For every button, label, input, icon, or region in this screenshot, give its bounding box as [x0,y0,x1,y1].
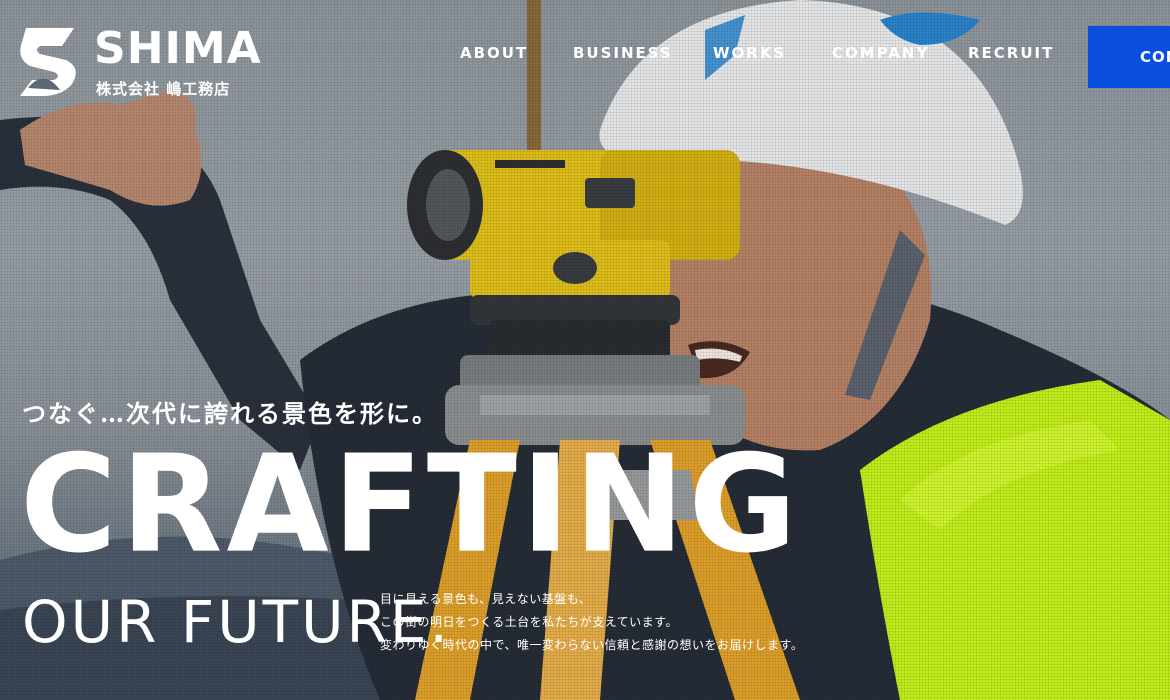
hero-headline: CRAFTING [20,426,801,584]
nav-item-about[interactable]: ABOUT [460,44,528,62]
survey-pole [527,0,541,160]
contact-button[interactable]: CONTACT [1088,26,1170,88]
nav-item-business[interactable]: BUSINESS [573,44,673,62]
hero-body-line: この街の明日をつくる土台を私たちが支えています。 [380,615,678,629]
nav-item-works[interactable]: WORKS [713,44,786,62]
hero-body-line: 変わりゆく時代の中で、唯一変わらない信頼と感謝の想いをお届けします。 [380,638,804,652]
hero-body-line: 目に見える景色も、見えない基盤も、 [380,592,592,606]
hero-body-copy: 目に見える景色も、見えない基盤も、 この街の明日をつくる土台を私たちが支えていま… [380,588,803,657]
global-nav: ABOUT BUSINESS WORKS COMPANY RECRUIT [0,44,1170,68]
brand-subtitle: 株式会社 嶋工務店 [96,80,231,98]
hero-section: SHIMA 株式会社 嶋工務店 ABOUT BUSINESS WORKS COM… [0,0,1170,700]
nav-item-company[interactable]: COMPANY [832,44,929,62]
nav-item-recruit[interactable]: RECRUIT [968,44,1054,62]
